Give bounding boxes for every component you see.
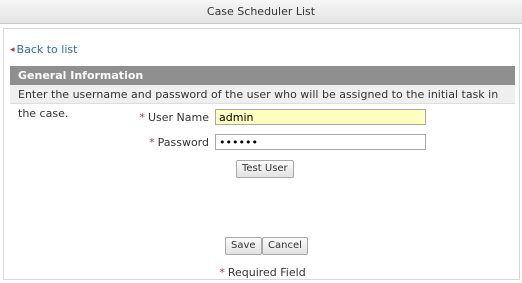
required-marker: *	[219, 266, 225, 279]
username-input[interactable]	[215, 109, 426, 125]
password-input[interactable]	[215, 134, 426, 150]
section-description: Enter the username and password of the u…	[10, 85, 515, 120]
username-row: * User Name	[10, 109, 515, 127]
test-user-button[interactable]: Test User	[236, 160, 294, 178]
required-field-note: * Required Field	[4, 266, 521, 279]
required-marker: *	[149, 136, 155, 149]
back-to-list-link[interactable]: ◂ Back to list	[10, 43, 77, 56]
back-to-list-label: Back to list	[16, 43, 78, 56]
password-label: * Password	[149, 134, 209, 152]
password-row: * Password	[10, 134, 515, 152]
case-scheduler-panel: ◂ Back to list General Information Enter…	[3, 28, 520, 280]
back-arrow-icon: ◂	[10, 44, 15, 55]
password-label-text: Password	[157, 136, 209, 149]
required-marker: *	[139, 111, 145, 124]
window-title: Case Scheduler List	[0, 0, 522, 24]
cancel-button[interactable]: Cancel	[262, 237, 308, 255]
required-field-text: Required Field	[227, 266, 306, 279]
save-button[interactable]: Save	[225, 237, 262, 255]
section-title: General Information	[10, 66, 515, 85]
username-label-text: User Name	[147, 111, 209, 124]
username-label: * User Name	[139, 109, 209, 127]
